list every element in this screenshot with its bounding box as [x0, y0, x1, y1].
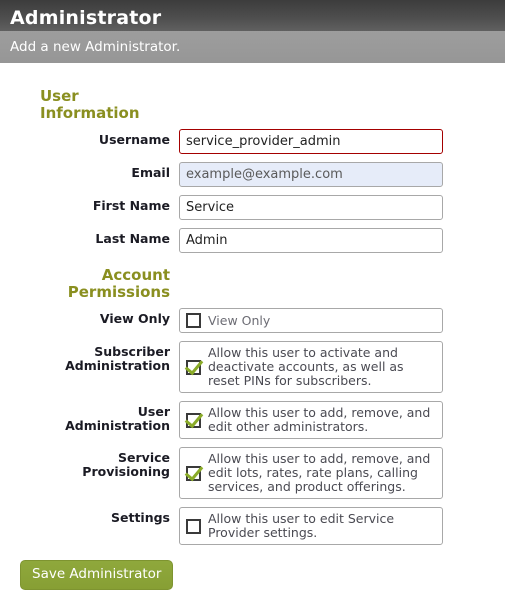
- label-line-1: Subscriber: [94, 344, 170, 359]
- section-heading-line-2: Permissions: [67, 283, 170, 301]
- label-user-administration: User Administration: [65, 404, 170, 433]
- section-heading-user-information: User Information: [40, 87, 140, 122]
- field-row-settings: Settings Allow this user to edit Service…: [0, 507, 505, 545]
- label-username: Username: [98, 132, 170, 147]
- label-subscriber-administration: Subscriber Administration: [40, 341, 170, 373]
- checkbox-description-subscriber-administration: Allow this user to activate and deactiva…: [208, 345, 404, 388]
- checkbox-container-service-provisioning[interactable]: Allow this user to add, remove, and edit…: [179, 447, 443, 499]
- save-administrator-button[interactable]: Save Administrator: [20, 560, 174, 590]
- field-row-first-name: First Name: [0, 195, 505, 220]
- field-row-subscriber-administration: Subscriber Administration Allow this use…: [0, 341, 505, 393]
- label-first-name: First Name: [92, 198, 170, 213]
- control-settings: Allow this user to edit Service Provider…: [179, 507, 443, 545]
- section-heading-account-permissions: Account Permissions: [40, 267, 170, 301]
- checkbox-container-settings[interactable]: Allow this user to edit Service Provider…: [179, 507, 443, 545]
- page-subtitle-bar: Add a new Administrator.: [0, 31, 505, 63]
- checkbox-user-administration[interactable]: [186, 412, 201, 428]
- administrator-form: User Information Username Email First Na…: [0, 63, 505, 590]
- section-account-permissions-header: Account Permissions: [0, 267, 505, 301]
- username-input[interactable]: [179, 129, 443, 154]
- window-titlebar: Administrator: [0, 0, 505, 31]
- checkbox-container-user-administration[interactable]: Allow this user to add, remove, and edit…: [179, 401, 443, 439]
- field-row-last-name: Last Name: [0, 228, 505, 253]
- field-row-view-only: View Only View Only: [0, 308, 505, 333]
- section-heading-line-1: Account: [101, 266, 170, 284]
- page-subtitle: Add a new Administrator.: [10, 39, 181, 55]
- form-actions: Save Administrator: [20, 560, 505, 590]
- label-view-only: View Only: [99, 311, 170, 326]
- control-view-only: View Only: [179, 308, 443, 333]
- checkbox-settings[interactable]: [186, 518, 201, 534]
- page-title: Administrator: [10, 7, 162, 29]
- control-email: [179, 162, 443, 187]
- checkbox-description-settings: Allow this user to edit Service Provider…: [208, 511, 395, 540]
- checkbox-subscriber-administration[interactable]: [186, 359, 201, 375]
- control-first-name: [179, 195, 443, 220]
- field-row-email: Email: [0, 162, 505, 187]
- label-last-name: Last Name: [95, 231, 170, 246]
- checkbox-container-subscriber-administration[interactable]: Allow this user to activate and deactiva…: [179, 341, 443, 393]
- checkbox-description-view-only: View Only: [208, 312, 271, 328]
- checkbox-service-provisioning[interactable]: [186, 465, 201, 481]
- field-row-service-provisioning: Service Provisioning Allow this user to …: [0, 447, 505, 499]
- label-service-provisioning: Service Provisioning: [82, 450, 170, 479]
- label-email: Email: [131, 165, 170, 180]
- last-name-input[interactable]: [179, 228, 443, 253]
- control-last-name: [179, 228, 443, 253]
- control-user-administration: Allow this user to add, remove, and edit…: [179, 401, 443, 439]
- control-username: [179, 129, 443, 154]
- control-service-provisioning: Allow this user to add, remove, and edit…: [179, 447, 443, 499]
- control-subscriber-administration: Allow this user to activate and deactiva…: [179, 341, 443, 393]
- label-line-2: Administration: [65, 358, 170, 373]
- field-row-user-administration: User Administration Allow this user to a…: [0, 401, 505, 439]
- first-name-input[interactable]: [179, 195, 443, 220]
- checkbox-view-only[interactable]: [186, 313, 201, 328]
- field-row-username: Username: [0, 129, 505, 154]
- section-user-information-header: User Information: [0, 88, 505, 122]
- label-settings: Settings: [110, 510, 170, 525]
- checkbox-description-user-administration: Allow this user to add, remove, and edit…: [208, 405, 431, 434]
- checkbox-container-view-only[interactable]: View Only: [179, 308, 443, 333]
- email-input[interactable]: [179, 162, 443, 187]
- checkbox-description-service-provisioning: Allow this user to add, remove, and edit…: [208, 451, 431, 494]
